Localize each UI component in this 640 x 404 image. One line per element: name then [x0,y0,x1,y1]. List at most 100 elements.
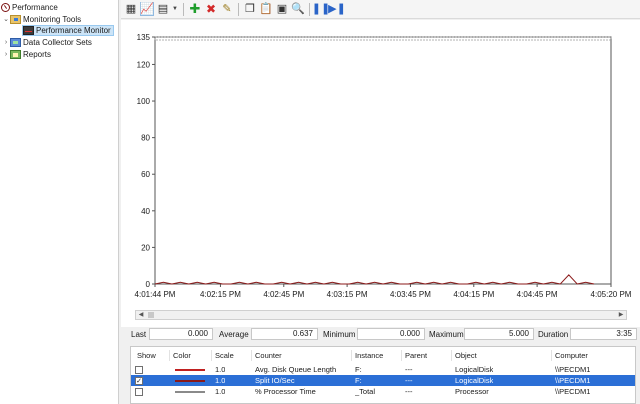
table-row[interactable]: ✓ 1.0 Split IO/Sec F: --- LogicalDisk \\… [131,375,635,386]
average-value: 0.637 [251,328,318,340]
tree-item-reports[interactable]: › Reports [2,49,51,60]
instance-cell: F: [355,376,362,385]
x-tick-label: 4:01:44 PM [135,290,176,299]
tree-label: Monitoring Tools [23,15,82,24]
console-tree: Performance ⌄ Monitoring Tools Performan… [0,0,119,404]
show-checkbox[interactable]: ✓ [135,377,143,385]
tree-item-monitoring-tools[interactable]: ⌄ Monitoring Tools [2,14,81,25]
duration-label: Duration [538,330,569,339]
zoom-icon[interactable]: 🔍 [291,2,305,16]
performance-icon [1,3,10,12]
duration-value: 3:35 [570,328,637,340]
line-graph: 135 120 100 80 60 40 20 0 4:01:44 PM 4:02:15 PM 4… [135,33,632,299]
graph-area: 135 120 100 80 60 40 20 0 4:01:44 PM 4:02:15 PM 4… [121,20,640,328]
parent-cell: --- [405,376,413,385]
instance-cell: _Total [355,387,376,396]
view-current-activity-icon[interactable]: ▦ [124,2,138,16]
performance-monitor-icon [23,26,34,35]
counter-legend: Show Color Scale Counter Instance Parent… [130,346,636,404]
header-show[interactable]: Show [131,350,169,361]
header-counter[interactable]: Counter [251,350,351,361]
toolbar: ▦ 📈 ▤ ▼ ✚ ✖ ✎ ❐ 📋 ▣ 🔍 ❚❚ ▶❚ [121,0,640,19]
object-cell: Processor [455,387,489,396]
toolbar-separator [183,2,184,16]
delete-counter-icon[interactable]: ✖ [204,2,218,16]
y-tick-label: 0 [146,280,151,289]
time-scrollbar[interactable]: ◀ ▶ [135,310,627,320]
table-row[interactable]: 1.0 % Processor Time _Total --- Processo… [131,386,635,397]
x-tick-label: 4:05:20 PM [591,290,632,299]
table-row[interactable]: 1.0 Avg. Disk Queue Length F: --- Logica… [131,364,635,375]
minimum-value: 0.000 [357,328,425,340]
plot-frame [154,36,612,285]
last-label: Last [131,330,147,339]
x-tick-label: 4:04:15 PM [453,290,494,299]
y-tick-label: 60 [141,170,150,179]
counter-cell: Avg. Disk Queue Length [255,365,337,374]
properties-icon[interactable]: ▣ [275,2,289,16]
tree-label: Performance [12,3,58,12]
chevron-right-icon[interactable]: › [2,37,10,48]
computer-cell: \\PECDM1 [555,365,591,374]
update-data-icon[interactable]: ▶❚ [328,2,346,16]
show-checkbox[interactable] [135,388,143,396]
scale-cell: 1.0 [215,387,226,396]
highlight-icon[interactable]: ✎ [220,2,234,16]
counter-cell: Split IO/Sec [255,376,295,385]
counter-cell: % Processor Time [255,387,316,396]
color-swatch [175,380,205,382]
color-swatch [175,369,205,371]
tree-label: Reports [23,50,52,59]
value-bar: Last 0.000 Average 0.637 Minimum 0.000 M… [121,327,640,342]
minimum-label: Minimum [323,330,356,339]
freeze-display-icon[interactable]: ❚❚ [312,2,330,16]
x-tick-label: 4:02:15 PM [200,290,241,299]
maximum-label: Maximum [429,330,464,339]
tree-label: Performance Monitor [36,26,111,35]
instance-cell: F: [355,365,362,374]
monitoring-tools-icon [10,15,21,24]
y-tick-label: 20 [141,243,150,252]
scroll-thumb[interactable] [148,312,154,318]
header-object[interactable]: Object [451,350,551,361]
y-tick-label: 135 [137,33,151,42]
y-tick-label: 40 [141,207,150,216]
legend-header: Show Color Scale Counter Instance Parent… [131,350,635,361]
y-tick-label: 80 [141,134,150,143]
change-graph-type-icon[interactable]: 📈 [140,2,154,16]
maximum-value: 5.000 [464,328,534,340]
object-cell: LogicalDisk [455,376,494,385]
chevron-down-icon[interactable]: ▼ [172,6,178,12]
scroll-right-icon[interactable]: ▶ [616,311,626,319]
x-tick-label: 4:03:45 PM [390,290,431,299]
y-tick-label: 100 [137,97,151,106]
copy-properties-icon[interactable]: ❐ [243,2,257,16]
header-color[interactable]: Color [169,350,211,361]
scale-cell: 1.0 [215,376,226,385]
last-value: 0.000 [149,328,213,340]
add-counter-icon[interactable]: ✚ [188,2,202,16]
header-instance[interactable]: Instance [351,350,401,361]
graph-type-menu-icon[interactable]: ▤ [156,2,170,16]
header-parent[interactable]: Parent [401,350,451,361]
tree-item-performance[interactable]: Performance [1,2,58,13]
computer-cell: \\PECDM1 [555,376,591,385]
parent-cell: --- [405,387,413,396]
scroll-left-icon[interactable]: ◀ [136,311,146,319]
chevron-down-icon[interactable]: ⌄ [2,14,10,25]
header-computer[interactable]: Computer [551,350,635,361]
x-tick-label: 4:02:45 PM [263,290,304,299]
scale-cell: 1.0 [215,365,226,374]
computer-cell: \\PECDM1 [555,387,591,396]
parent-cell: --- [405,365,413,374]
tree-item-performance-monitor[interactable]: Performance Monitor [22,25,114,36]
tree-item-data-collector-sets[interactable]: › Data Collector Sets [2,37,92,48]
y-tick-label: 120 [137,60,151,69]
chevron-right-icon[interactable]: › [2,49,10,60]
paste-counter-list-icon[interactable]: 📋 [259,2,273,16]
object-cell: LogicalDisk [455,365,494,374]
x-tick-label: 4:04:45 PM [517,290,558,299]
x-tick-label: 4:03:15 PM [327,290,368,299]
header-scale[interactable]: Scale [211,350,251,361]
show-checkbox[interactable] [135,366,143,374]
